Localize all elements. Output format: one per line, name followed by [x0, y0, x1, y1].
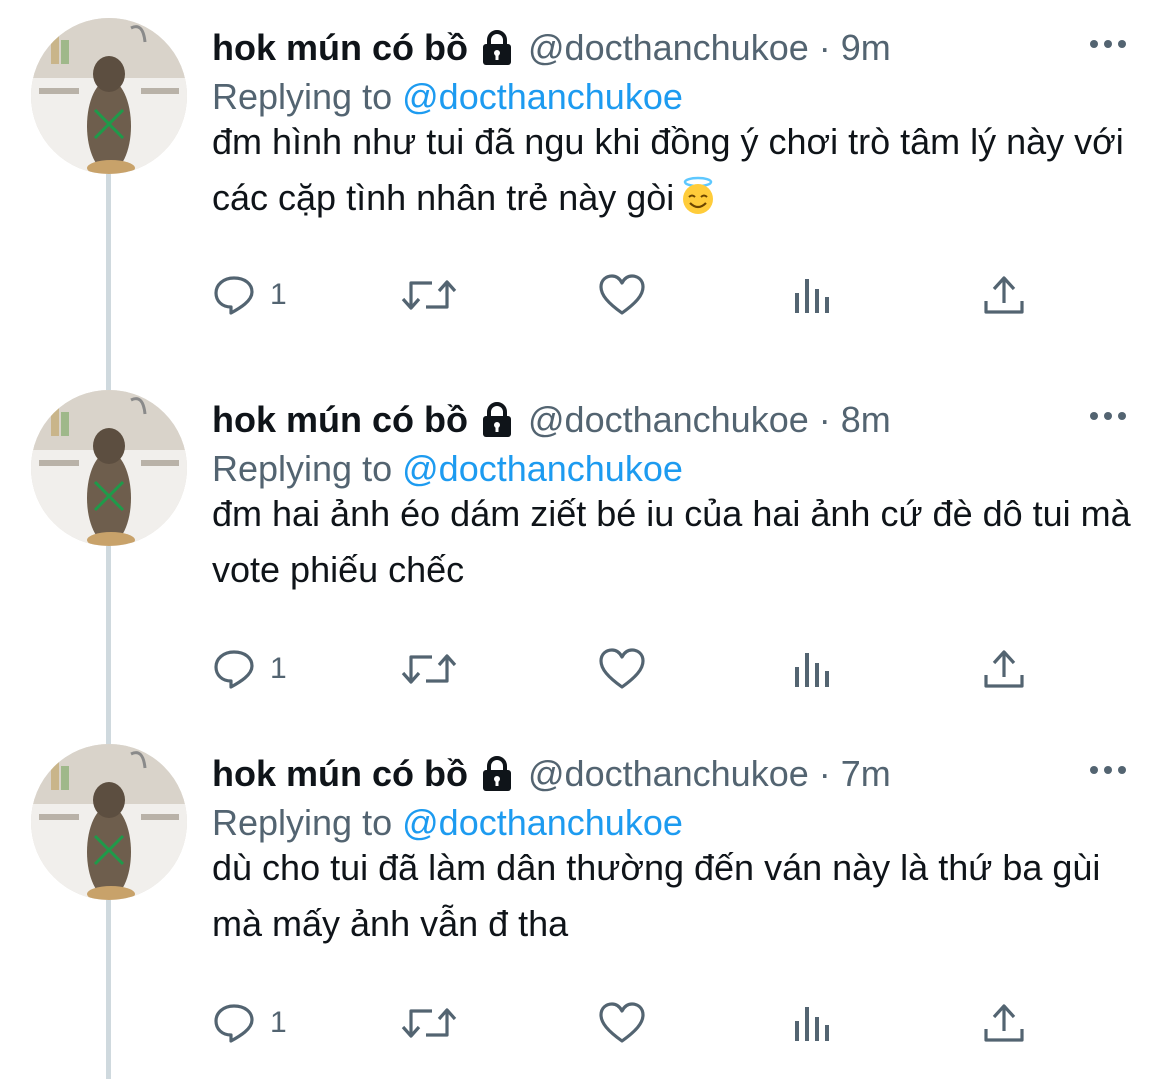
avatar[interactable] [31, 18, 187, 174]
timestamp[interactable]: 8m [841, 396, 891, 444]
reply-count: 1 [270, 1006, 287, 1039]
tweet-actions: 1 [212, 644, 1132, 694]
reply-button[interactable]: 1 [212, 644, 287, 694]
retweet-button[interactable] [400, 270, 458, 320]
retweet-icon [400, 647, 458, 691]
display-name[interactable]: hok mún có bồ [212, 396, 468, 444]
share-icon [982, 647, 1026, 691]
analytics-button[interactable] [790, 270, 834, 320]
replying-to-label: Replying to [212, 802, 393, 843]
more-icon[interactable] [1086, 34, 1130, 54]
tweet-header: hok mún có bồ @docthanchukoe · 7m [212, 750, 891, 798]
user-handle[interactable]: @docthanchukoe [528, 24, 809, 72]
share-icon [982, 1001, 1026, 1045]
tweet[interactable]: hok mún có bồ @docthanchukoe · 7m Replyi… [0, 726, 1170, 1075]
share-button[interactable] [982, 270, 1026, 320]
tweet-text-content: đm hình như tui đã ngu khi đồng ý chơi t… [212, 121, 1124, 218]
share-button[interactable] [982, 644, 1026, 694]
replying-to-mention[interactable]: @docthanchukoe [402, 448, 683, 489]
like-icon [598, 273, 646, 317]
replying-to-label: Replying to [212, 76, 393, 117]
tweet-header: hok mún có bồ @docthanchukoe · 9m [212, 24, 891, 72]
analytics-button[interactable] [790, 998, 834, 1048]
user-handle[interactable]: @docthanchukoe [528, 396, 809, 444]
reply-count: 1 [270, 652, 287, 685]
tweet[interactable]: hok mún có bồ @docthanchukoe · 8m Replyi… [0, 372, 1170, 727]
lock-icon [478, 401, 516, 439]
smiling-face-with-halo-icon [678, 176, 718, 216]
like-button[interactable] [598, 270, 646, 320]
analytics-icon [790, 647, 834, 691]
avatar[interactable] [31, 744, 187, 900]
share-button[interactable] [982, 998, 1026, 1048]
replying-to-mention[interactable]: @docthanchukoe [402, 76, 683, 117]
more-icon[interactable] [1086, 406, 1130, 426]
tweet-actions: 1 [212, 270, 1132, 320]
reply-count: 1 [270, 278, 287, 311]
reply-icon [212, 273, 256, 317]
like-icon [598, 1001, 646, 1045]
retweet-icon [400, 1001, 458, 1045]
reply-icon [212, 647, 256, 691]
analytics-icon [790, 273, 834, 317]
reply-icon [212, 1001, 256, 1045]
tweet-text-content: dù cho tui đã làm dân thường đến ván này… [212, 847, 1101, 944]
retweet-button[interactable] [400, 998, 458, 1048]
lock-icon [478, 755, 516, 793]
separator-dot: · [818, 753, 831, 794]
reply-button[interactable]: 1 [212, 270, 287, 320]
user-handle[interactable]: @docthanchukoe [528, 750, 809, 798]
tweet-text: đm hai ảnh éo dám ziết bé iu của hai ảnh… [212, 486, 1142, 598]
timestamp[interactable]: 9m [841, 24, 891, 72]
retweet-icon [400, 273, 458, 317]
replying-to-label: Replying to [212, 448, 393, 489]
tweet-text: đm hình như tui đã ngu khi đồng ý chơi t… [212, 114, 1142, 226]
share-icon [982, 273, 1026, 317]
lock-icon [478, 29, 516, 67]
more-icon[interactable] [1086, 760, 1130, 780]
tweet-header: hok mún có bồ @docthanchukoe · 8m [212, 396, 891, 444]
reply-button[interactable]: 1 [212, 998, 287, 1048]
display-name[interactable]: hok mún có bồ [212, 24, 468, 72]
tweet-text: dù cho tui đã làm dân thường đến ván này… [212, 840, 1142, 952]
tweet-actions: 1 [212, 998, 1132, 1048]
tweet-text-content: đm hai ảnh éo dám ziết bé iu của hai ảnh… [212, 493, 1131, 590]
tweet[interactable]: hok mún có bồ @docthanchukoe · 9m Replyi… [0, 0, 1170, 370]
analytics-icon [790, 1001, 834, 1045]
separator-dot: · [818, 399, 831, 440]
replying-to-mention[interactable]: @docthanchukoe [402, 802, 683, 843]
retweet-button[interactable] [400, 644, 458, 694]
like-button[interactable] [598, 998, 646, 1048]
analytics-button[interactable] [790, 644, 834, 694]
separator-dot: · [818, 27, 831, 68]
timestamp[interactable]: 7m [841, 750, 891, 798]
like-icon [598, 647, 646, 691]
avatar[interactable] [31, 390, 187, 546]
display-name[interactable]: hok mún có bồ [212, 750, 468, 798]
like-button[interactable] [598, 644, 646, 694]
